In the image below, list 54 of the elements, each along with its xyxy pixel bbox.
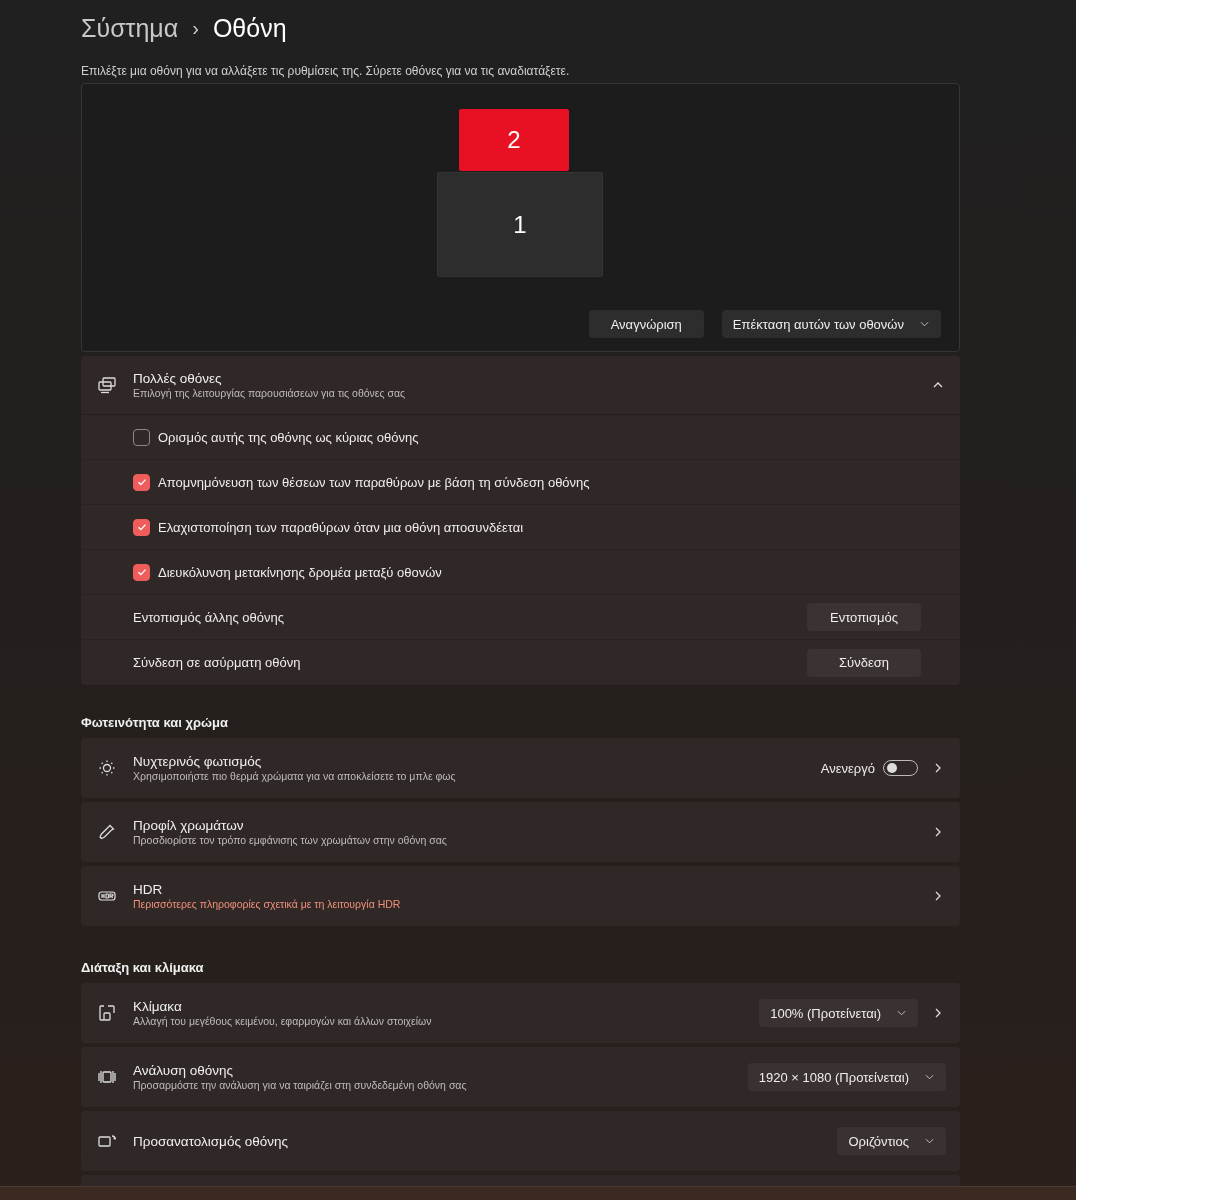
value-dropdown[interactable]: 100% (Προτείνεται) <box>759 999 918 1027</box>
setting-title: HDR <box>133 882 164 897</box>
setting-title: Προσανατολισμός οθόνης <box>133 1133 289 1149</box>
display-mode-dropdown[interactable]: Επέκταση αυτών των οθονών <box>721 310 941 338</box>
setting-description: Αλλαγή του μεγέθους κειμένου, εφαρμογών και άλλων στοιχείων <box>133 1015 433 1027</box>
setting-card[interactable]: Ανάλυση οθόνης Προσαρμόστε την ανάλυση για να ταιριάζει στη συνδεδεμένη οθόνη σας 1920 × 1080 (Προτείνεται) <box>81 1047 960 1107</box>
checkbox-label[interactable]: Απομνημόνευση των θέσεων των παραθύρων με βάση τη σύνδεση οθόνης <box>158 474 590 490</box>
setting-card[interactable]: Προσανατολισμός οθόνης Οριζόντιος <box>81 1111 960 1171</box>
setting-card[interactable]: HDR Περισσότερες πληροφορίες σχετικά με τη λειτουργία HDR <box>81 866 960 926</box>
multiple-displays-header[interactable]: Πολλές οθόνες Επιλογή της λειτουργίας παρουσιάσεων για τις οθόνες σας <box>81 356 960 415</box>
breadcrumb-separator: › <box>192 16 199 40</box>
action-button[interactable]: Εντοπισμός <box>807 603 921 631</box>
setting-description: Χρησιμοποιήστε πιο θερμά χρώματα για να αποκλείσετε το μπλε φως <box>133 770 457 782</box>
instruction-text: Επιλέξτε μια οθόνη για να αλλάξετε τις ρυθμίσεις της. Σύρετε οθόνες για να τις αναδιατάξετε. <box>81 63 571 80</box>
setting-card[interactable]: Προφίλ χρωμάτων Προσδιορίστε τον τρόπο εμφάνισης των χρωμάτων στην οθόνη σας <box>81 802 960 862</box>
setting-title: Ανάλυση οθόνης <box>133 1063 234 1078</box>
monitor-tile[interactable]: 1 <box>437 172 603 277</box>
section-heading: Φωτεινότητα και χρώμα <box>81 714 229 732</box>
checkbox-label[interactable]: Διευκόλυνση μετακίνησης δρομέα μεταξύ οθονών <box>158 564 442 580</box>
chevron-down-icon <box>920 321 929 327</box>
setting-title: Κλίμακα <box>133 999 183 1014</box>
scale-icon <box>97 1003 117 1023</box>
checkbox[interactable] <box>133 473 150 491</box>
checkbox-label[interactable]: Ελαχιστοποίηση των παραθύρων όταν μια οθόνη αποσυνδέεται <box>158 519 524 535</box>
eyedropper-icon <box>97 822 117 842</box>
checkbox-label[interactable]: Ορισμός αυτής της οθόνης ως κύριας οθόνης <box>158 429 419 445</box>
setting-title: Νυχτερινός φωτισμός <box>133 754 263 769</box>
setting-description: Προσδιορίστε τον τρόπο εμφάνισης των χρωμάτων στην οθόνη σας <box>133 834 448 846</box>
page-title: Οθόνη <box>212 13 287 43</box>
setting-title: Εντοπισμός άλλης οθόνης <box>133 609 285 625</box>
section-heading: Διάταξη και κλίμακα <box>81 959 205 977</box>
action-button[interactable]: Σύνδεση <box>807 648 921 677</box>
setting-card[interactable]: Κλίμακα Αλλαγή του μεγέθους κειμένου, εφαρμογών και άλλων στοιχείων 100% (Προτείνεται) <box>81 983 960 1043</box>
chevron-down-icon <box>897 1010 906 1016</box>
value-dropdown[interactable]: Οριζόντιος <box>837 1127 946 1155</box>
monitor-tile[interactable]: 2 <box>459 109 569 171</box>
breadcrumb-parent[interactable]: Σύστημα <box>81 13 179 43</box>
identify-button[interactable]: Αναγνώριση <box>588 310 704 338</box>
setting-title: Πολλές οθόνες <box>133 371 223 386</box>
chevron-down-icon <box>925 1074 934 1080</box>
checkbox[interactable] <box>133 563 150 581</box>
chevron-down-icon <box>925 1138 934 1144</box>
brightness-icon <box>97 758 117 778</box>
value-dropdown[interactable]: 1920 × 1080 (Προτείνεται) <box>747 1063 946 1091</box>
checkbox[interactable] <box>133 428 150 446</box>
setting-title: Προφίλ χρωμάτων <box>133 818 245 833</box>
toggle-state-label: Ανενεργό <box>820 760 875 776</box>
info-link[interactable]: Περισσότερες πληροφορίες σχετικά με τη λειτουργία HDR <box>133 898 918 910</box>
setting-description: Προσαρμόστε την ανάλυση για να ταιριάζει στη συνδεδεμένη οθόνη σας <box>133 1079 468 1091</box>
monitors-icon <box>97 375 117 395</box>
checkbox[interactable] <box>133 518 150 536</box>
setting-description: Επιλογή της λειτουργίας παρουσιάσεων για τις οθόνες σας <box>133 387 407 399</box>
setting-title: Σύνδεση σε ασύρματη οθόνη <box>133 655 302 670</box>
setting-card[interactable]: Νυχτερινός φωτισμός Χρησιμοποιήστε πιο θερμά χρώματα για να αποκλείσετε το μπλε φως Ανενεργό <box>81 738 960 798</box>
